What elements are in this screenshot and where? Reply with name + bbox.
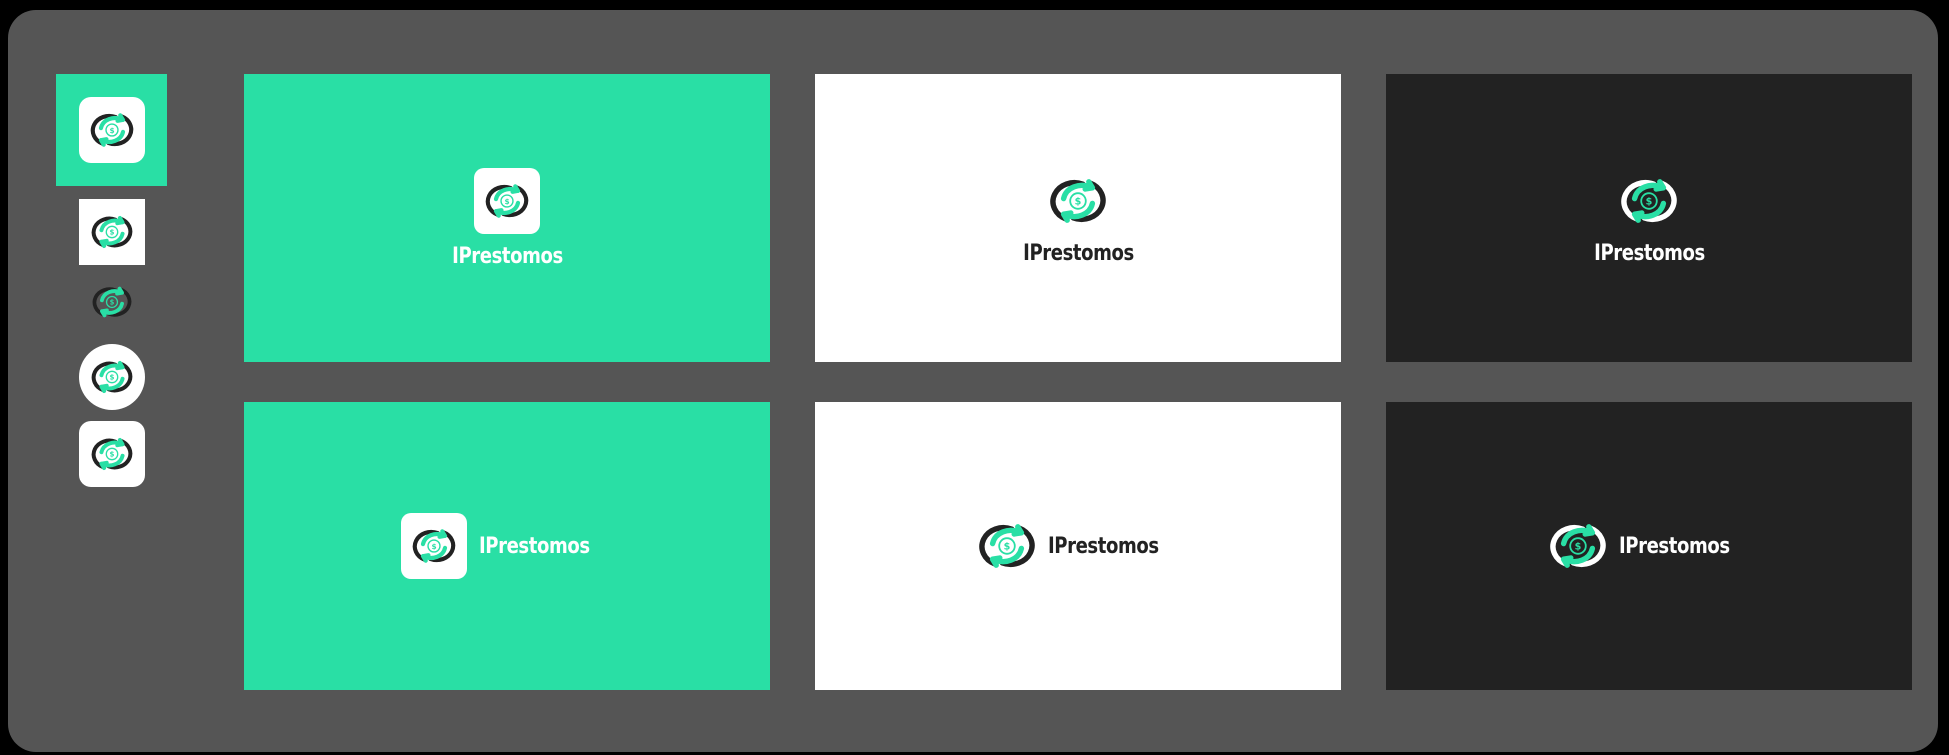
logo-panel-white-stacked[interactable]: IPrestomos [815, 74, 1341, 362]
logo-panel-white-horizontal[interactable]: IPrestomos [815, 402, 1341, 690]
circular-arrows-dollar-icon [90, 432, 134, 476]
circular-arrows-dollar-icon [1616, 171, 1682, 231]
logo-thumb-white-rounded[interactable] [79, 421, 145, 487]
app-icon-tile [78, 97, 145, 163]
logo-thumb-white-circle[interactable] [79, 344, 145, 410]
circular-arrows-dollar-icon [1045, 171, 1111, 231]
brand-wordmark: IPrestomos [1618, 533, 1730, 559]
app-icon-tile [400, 513, 467, 579]
circular-arrows-dollar-icon [411, 523, 457, 569]
app-icon-tile [474, 167, 540, 234]
circular-arrows-dollar-icon [90, 210, 134, 254]
circular-arrows-dollar-icon [89, 107, 135, 153]
brand-wordmark: IPrestomos [1593, 240, 1705, 266]
logo-thumb-white-square[interactable] [79, 199, 145, 265]
brand-wordmark: IPrestomos [1047, 533, 1159, 559]
circular-arrows-dollar-icon [90, 355, 134, 399]
logo-panel-green-stacked[interactable]: IPrestomos [244, 74, 770, 362]
logo-thumb-green-square[interactable] [56, 74, 167, 186]
logo-thumb-transparent[interactable] [82, 280, 142, 324]
logo-panel-green-horizontal[interactable]: IPrestomos [244, 402, 770, 690]
brand-wordmark: IPrestomos [451, 243, 563, 269]
circular-arrows-dollar-icon [89, 281, 135, 323]
brand-wordmark: IPrestomos [1022, 240, 1134, 266]
circular-arrows-dollar-icon [484, 178, 530, 224]
logo-panel-dark-horizontal[interactable]: IPrestomos [1386, 402, 1912, 690]
circular-arrows-dollar-icon [974, 516, 1040, 576]
circular-arrows-dollar-icon [1545, 516, 1611, 576]
logo-panel-dark-stacked[interactable]: IPrestomos [1386, 74, 1912, 362]
brand-wordmark: IPrestomos [478, 533, 590, 559]
